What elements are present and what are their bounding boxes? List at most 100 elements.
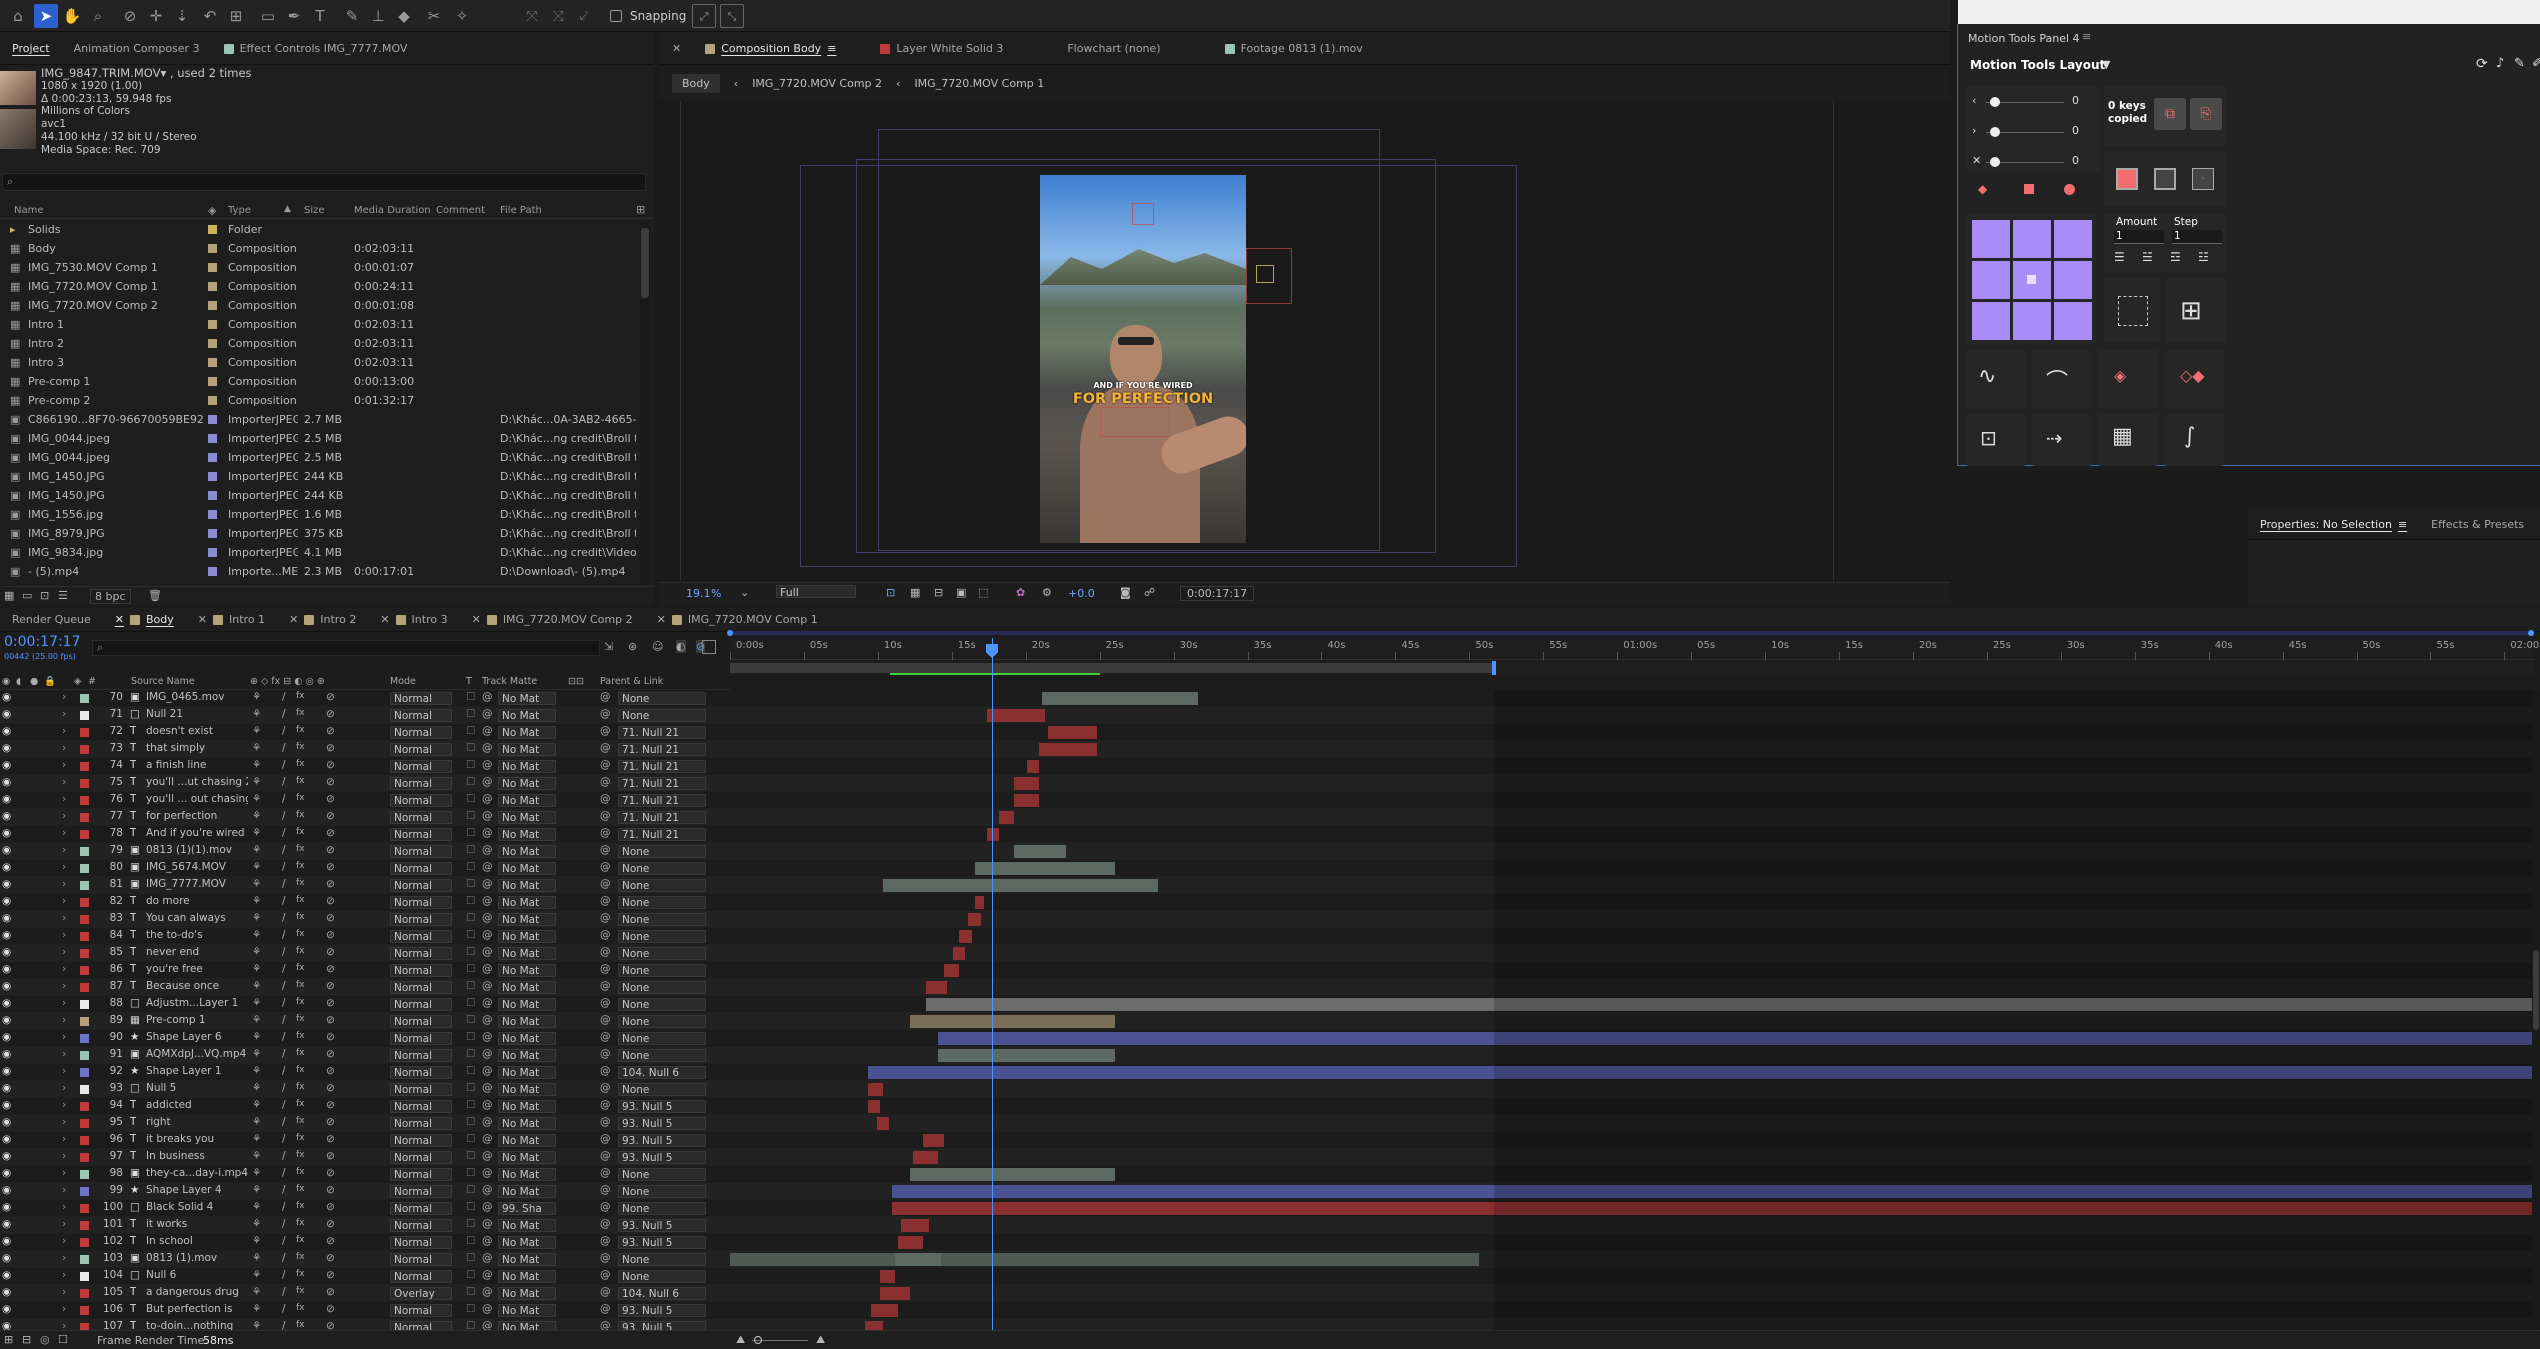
slider-knob[interactable] [1990,127,2000,137]
layer-name[interactable]: Because once [146,980,248,992]
blend-mode-dropdown[interactable]: Normal [390,1185,452,1198]
parent-pickwhip-icon[interactable]: @ [600,912,611,924]
guides-icon[interactable]: ▣ [956,586,966,599]
expand-arrow-icon[interactable]: › [62,1014,66,1026]
preserve-transparency-checkbox[interactable]: ☐ [466,1235,475,1247]
track-matte-dropdown[interactable]: No Mat [498,1270,556,1283]
project-item[interactable]: ▦ Body Composition 0:02:03:11 [0,239,640,258]
shy-switch-icon[interactable]: ⚘ [252,1184,261,1196]
brush-tool-icon[interactable]: ✎ [340,4,364,28]
quality-switch-icon[interactable]: / [282,1218,286,1230]
keyframe-square-icon[interactable] [2024,184,2034,194]
quality-switch-icon[interactable]: / [282,912,286,924]
layer-row[interactable]: ◉ › 99 ★ Shape Layer 4 ⚘ / fx ⊘ Normal ☐ @ No Mat @ No… [0,1183,2540,1200]
align-stagger-right-icon[interactable]: ☲ [2170,250,2181,264]
scrollbar-thumb[interactable] [2533,950,2539,1030]
blend-mode-dropdown[interactable]: Normal [390,1236,452,1249]
transparency-grid-icon[interactable]: ▦ [910,586,920,599]
type-tool-icon[interactable]: T [308,4,332,28]
zoom-value[interactable]: 19.1 [686,587,711,600]
layer-name[interactable]: Black Solid 4 [146,1201,248,1213]
work-area[interactable] [730,661,2534,675]
layer-name[interactable]: Shape Layer 6 [146,1031,248,1043]
layout-dropdown-icon[interactable]: ▼ [2102,58,2110,71]
viewer-canvas[interactable]: AND IF YOU'RE WIRED FOR PERFECTION [660,101,1950,581]
shy-switch-icon[interactable]: ⚘ [252,708,261,720]
fx-switch-icon[interactable]: fx [296,742,305,752]
layer-name[interactable]: You can always [146,912,248,924]
project-item[interactable]: ▣ - (5).mp4 Importe...MEX 2.3 MB 0:00:17:01 D… [0,562,640,581]
layer-row[interactable]: ◉ › 85 Tnever end ⚘ / fx ⊘ Normal ☐ @ No Mat @ None [0,945,2540,962]
zoom-slider-knob[interactable] [754,1336,762,1344]
quality-switch-icon[interactable]: / [282,895,286,907]
fx-switch-icon[interactable]: fx [296,810,305,820]
expand-arrow-icon[interactable]: › [62,1235,66,1247]
label-color-swatch[interactable] [208,339,217,348]
parent-dropdown[interactable]: 71. Null 21 [618,760,706,773]
blend-mode-dropdown[interactable]: Normal [390,1321,452,1330]
layer-name[interactable]: Null 5 [146,1082,248,1094]
track-matte-dropdown[interactable]: No Mat [498,879,556,892]
layer-row[interactable]: ◉ › 97 T In business ⚘ / fx ⊘ Normal ☐ @ No Mat @93. … [0,1149,2540,1166]
eye-icon[interactable]: ◉ [2,810,11,822]
motion-blur-switch-icon[interactable]: ⊘ [326,827,335,839]
matte-pickwhip-icon[interactable]: @ [482,1286,493,1298]
layer-duration-bar[interactable] [999,811,1015,824]
layer-label-swatch[interactable] [80,915,89,924]
fx-switch-icon[interactable]: fx [296,997,305,1007]
parent-dropdown[interactable]: 71. Null 21 [618,811,706,824]
layer-label-swatch[interactable] [80,1102,89,1111]
snapshot-icon[interactable]: ◙ [1120,586,1131,599]
track-matte-dropdown[interactable]: No Mat [498,811,556,824]
layer-row[interactable]: ◉ › 79 ▣ 0813 (1)(1).mov ⚘ / fx ⊘ Normal ☐ @ No Mat @… [0,843,2540,860]
motion-blur-switch-icon[interactable]: ⊘ [326,861,335,873]
track-matte-dropdown[interactable]: No Mat [498,1219,556,1232]
move-anchor-cell[interactable]: ⇢ [2032,414,2092,466]
project-item[interactable]: ▣ IMG_1450.JPG ImporterJPEG 244 KB D:\Khác..… [0,467,640,486]
matte-pickwhip-icon[interactable]: @ [482,1099,493,1111]
slider-value[interactable]: 0 [2072,154,2079,167]
matte-pickwhip-icon[interactable]: @ [482,946,493,958]
work-area-bar[interactable] [730,663,1494,673]
home-icon[interactable]: ⌂ [6,4,30,28]
layer-label-swatch[interactable] [80,949,89,958]
label-color-swatch[interactable] [208,548,217,557]
eye-icon[interactable]: ◉ [2,929,11,941]
quality-switch-icon[interactable]: / [282,827,286,839]
layer-row[interactable]: ◉ › 75 Tyou'll ...ut chasing 2 ⚘ / fx ⊘ Normal ☐ @… [0,775,2540,792]
parent-dropdown[interactable]: None [618,1202,706,1215]
parent-pickwhip-icon[interactable]: @ [600,895,611,907]
matte-pickwhip-icon[interactable]: @ [482,1201,493,1213]
label-color-swatch[interactable] [208,225,217,234]
motion-blur-switch-icon[interactable]: ⊘ [326,1218,335,1230]
layer-duration-bar[interactable] [867,1100,880,1113]
layer-row[interactable]: ◉ › 83 T You can always ⚘ / fx ⊘ Normal ☐ @ No Mat @ N… [0,911,2540,928]
shy-switch-icon[interactable]: ⚘ [252,1014,261,1026]
layer-name[interactable]: In business [146,1150,248,1162]
close-tab-icon[interactable]: ✕ [289,613,298,626]
shy-switch-icon[interactable]: ⚘ [252,1065,261,1077]
tab-animation-composer[interactable]: Animation Composer 3 [62,33,212,64]
project-item[interactable]: ▣ IMG_9834.jpg ImporterJPEG 4.1 MB D:\Khác..… [0,543,640,562]
label-color-swatch[interactable] [208,282,217,291]
parent-pickwhip-icon[interactable]: @ [600,1150,611,1162]
layer-row[interactable]: ◉ › 92 ★ Shape Layer 1 ⚘ / fx ⊘ Normal ☐ @ No Mat @10… [0,1064,2540,1081]
parent-pickwhip-icon[interactable]: @ [600,1320,611,1330]
fx-switch-icon[interactable]: fx [296,776,305,786]
track-matte-dropdown[interactable]: No Mat [498,981,556,994]
blend-mode-dropdown[interactable]: Normal [390,1066,452,1079]
track-matte-dropdown[interactable]: No Mat [498,777,556,790]
shy-switch-icon[interactable]: ⚘ [252,759,261,771]
layer-name[interactable]: it breaks you [146,1133,248,1145]
parent-dropdown[interactable]: 93. Null 5 [618,1236,706,1249]
eye-icon[interactable]: ◉ [2,1014,11,1026]
layer-duration-bar[interactable] [937,1049,1116,1062]
motion-blur-switch-icon[interactable]: ⊘ [326,895,335,907]
motion-blur-switch-icon[interactable]: ⊘ [326,997,335,1009]
blend-mode-dropdown[interactable]: Normal [390,743,452,756]
layer-row[interactable]: ◉ › 70 ▣ IMG_0465.mov ⚘ / fx ⊘ Normal ☐ @ No Mat @ Non… [0,690,2540,707]
shy-switch-icon[interactable]: ⚘ [252,827,261,839]
parent-pickwhip-icon[interactable]: @ [600,1082,611,1094]
expand-arrow-icon[interactable]: › [62,844,66,856]
layer-row[interactable]: ◉ › 86 Tyou're free ⚘ / fx ⊘ Normal ☐ @ No Mat @ None [0,962,2540,979]
